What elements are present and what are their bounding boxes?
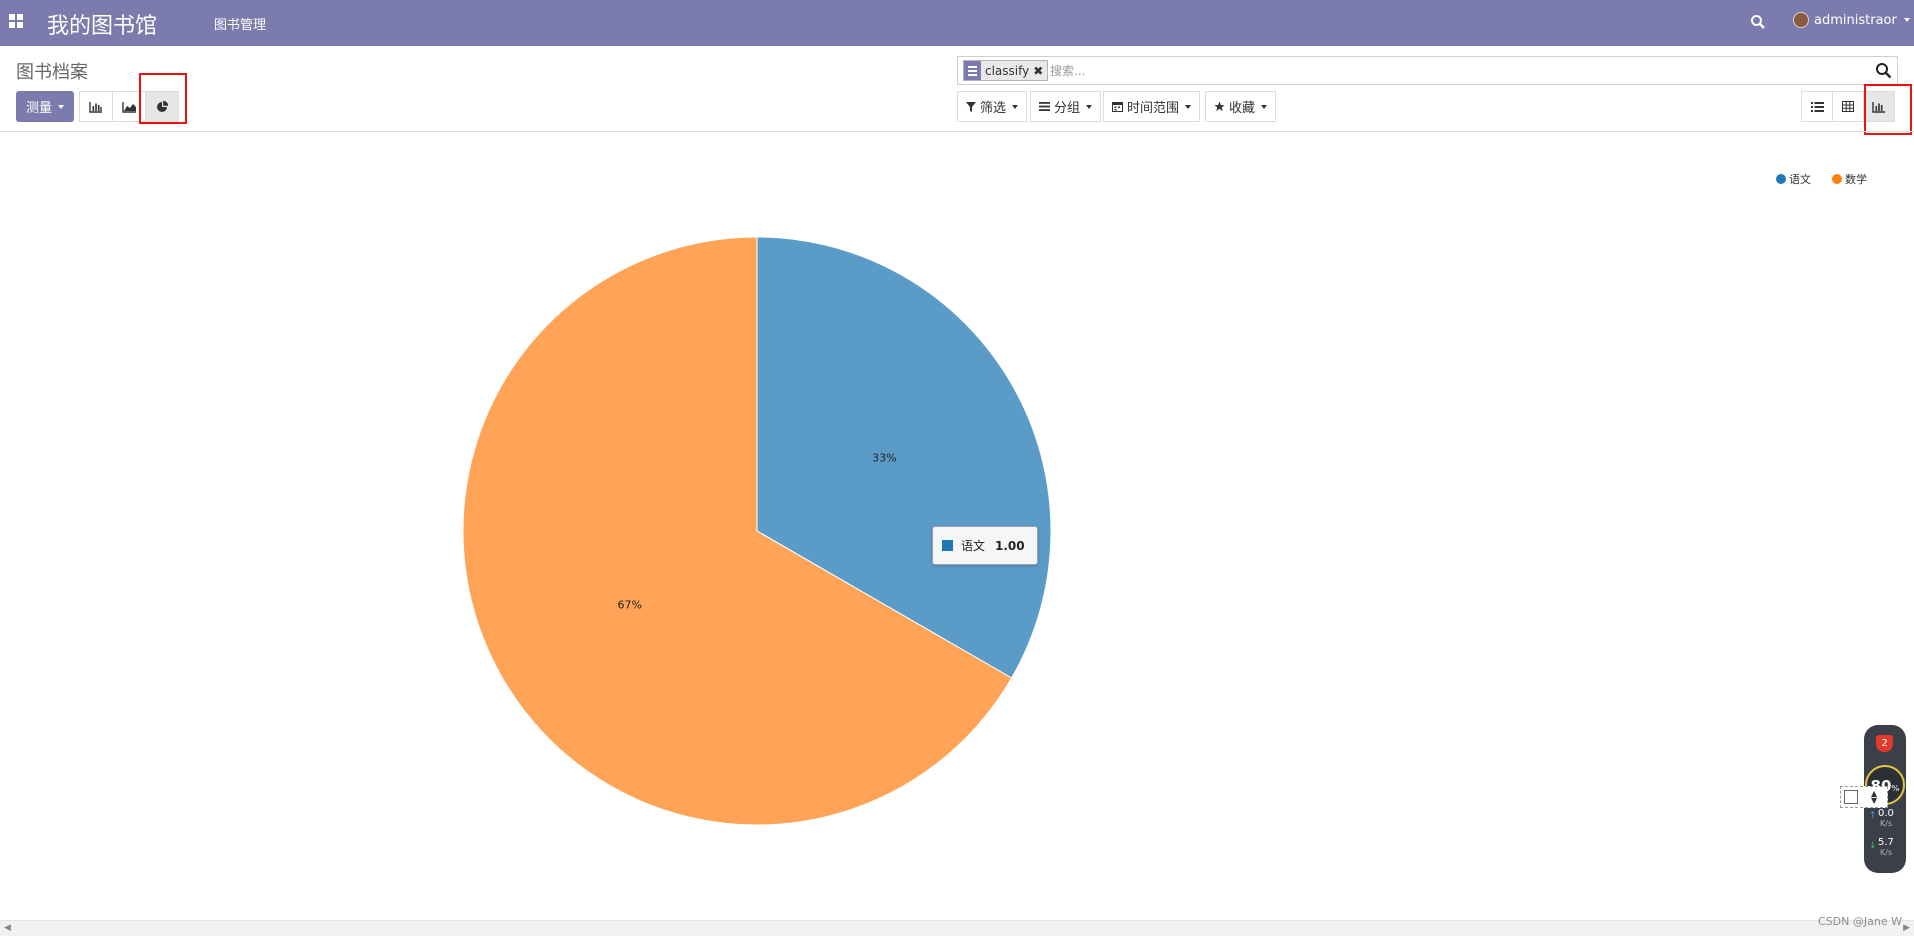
shield-badge-icon: 2: [1876, 735, 1893, 752]
pie-slice-label-0: 33%: [872, 452, 896, 465]
chevron-down-icon: [1086, 104, 1093, 109]
search-bar: classify ✖: [957, 56, 1898, 85]
upload-unit: K/s: [1880, 819, 1893, 828]
highlight-box-graph: [1864, 84, 1912, 135]
user-menu[interactable]: administraor: [1793, 12, 1910, 28]
favorites-button[interactable]: 收藏: [1205, 91, 1277, 122]
apps-menu-icon[interactable]: [9, 14, 25, 30]
chevron-down-icon: [58, 104, 64, 109]
bar-chart-button[interactable]: [79, 91, 113, 122]
scroll-left-icon[interactable]: ◀: [4, 923, 11, 933]
bars-icon: [1039, 102, 1050, 111]
breadcrumb: 图书档案: [16, 62, 88, 83]
tooltip-swatch: [942, 540, 953, 551]
chevron-down-icon: [1903, 18, 1910, 22]
watermark: CSDN @Jane W: [1818, 915, 1902, 928]
floating-checkbox[interactable]: ▲ ▼: [1840, 786, 1888, 808]
search-facet: classify ✖: [963, 60, 1049, 81]
upload-speed: 0.0: [1878, 808, 1894, 819]
legend-dot: [1776, 174, 1786, 184]
avatar: [1793, 12, 1809, 28]
calendar-icon: [1112, 101, 1123, 112]
pivot-view-icon: [1842, 101, 1854, 112]
measure-button[interactable]: 测量: [16, 91, 74, 122]
top-navbar: 我的图书馆 图书管理 administraor: [0, 0, 1914, 46]
star-icon: [1214, 101, 1225, 112]
gauge-percent-sign: %: [1891, 784, 1900, 793]
filter-label: 筛选: [980, 101, 1007, 116]
tooltip-key: 语文: [961, 539, 986, 553]
scroll-right-icon[interactable]: ▶: [1903, 923, 1910, 933]
app-title[interactable]: 我的图书馆: [47, 8, 157, 40]
facet-value: classify: [985, 63, 1030, 78]
legend-label: 数学: [1845, 173, 1867, 186]
list-view-button[interactable]: [1801, 91, 1833, 122]
horizontal-scrollbar[interactable]: ◀ ▶: [0, 920, 1914, 936]
chevron-down-icon: [1261, 104, 1268, 109]
download-unit: K/s: [1880, 848, 1893, 857]
search-icon[interactable]: [1875, 62, 1892, 79]
group-by-button[interactable]: 分组: [1030, 91, 1102, 122]
checkbox[interactable]: [1844, 790, 1858, 804]
chart-tooltip: 语文 1.00: [932, 526, 1038, 565]
group-by-label: 分组: [1054, 101, 1081, 116]
highlight-box-pie: [139, 73, 187, 124]
user-name: administraor: [1814, 12, 1897, 28]
tooltip-value: 1.00: [995, 538, 1025, 553]
spinner-arrows-icon[interactable]: ▲ ▼: [1871, 790, 1877, 805]
list-view-icon: [1810, 101, 1824, 112]
menu-item-book-management[interactable]: 图书管理: [214, 14, 266, 33]
search-input[interactable]: [1050, 60, 1830, 81]
line-chart-icon: [121, 101, 136, 113]
legend-item-chinese[interactable]: 语文: [1776, 171, 1811, 187]
chevron-down-icon: [1012, 104, 1019, 109]
pie-chart: 33% 67%: [462, 236, 1052, 826]
pivot-view-button[interactable]: [1832, 91, 1864, 122]
chevron-down-icon: [1185, 104, 1192, 109]
legend-item-math[interactable]: 数学: [1832, 171, 1867, 187]
time-range-label: 时间范围: [1127, 101, 1180, 116]
download-speed: 5.7: [1878, 837, 1894, 848]
bar-chart-icon: [89, 101, 102, 113]
group-by-icon: [964, 61, 981, 80]
favorites-label: 收藏: [1229, 101, 1256, 116]
facet-remove-icon[interactable]: ✖: [1033, 61, 1047, 80]
filter-icon: [966, 101, 976, 112]
pie-slice-label-1: 67%: [617, 599, 641, 612]
download-arrow-icon: ↓: [1869, 841, 1877, 851]
measure-label: 测量: [25, 101, 52, 116]
time-range-button[interactable]: 时间范围: [1103, 91, 1201, 122]
legend-label: 语文: [1789, 173, 1811, 186]
navbar-search-icon[interactable]: [1750, 14, 1766, 30]
legend-dot: [1832, 174, 1842, 184]
filter-button[interactable]: 筛选: [957, 91, 1028, 122]
upload-arrow-icon: ↑: [1869, 811, 1877, 821]
